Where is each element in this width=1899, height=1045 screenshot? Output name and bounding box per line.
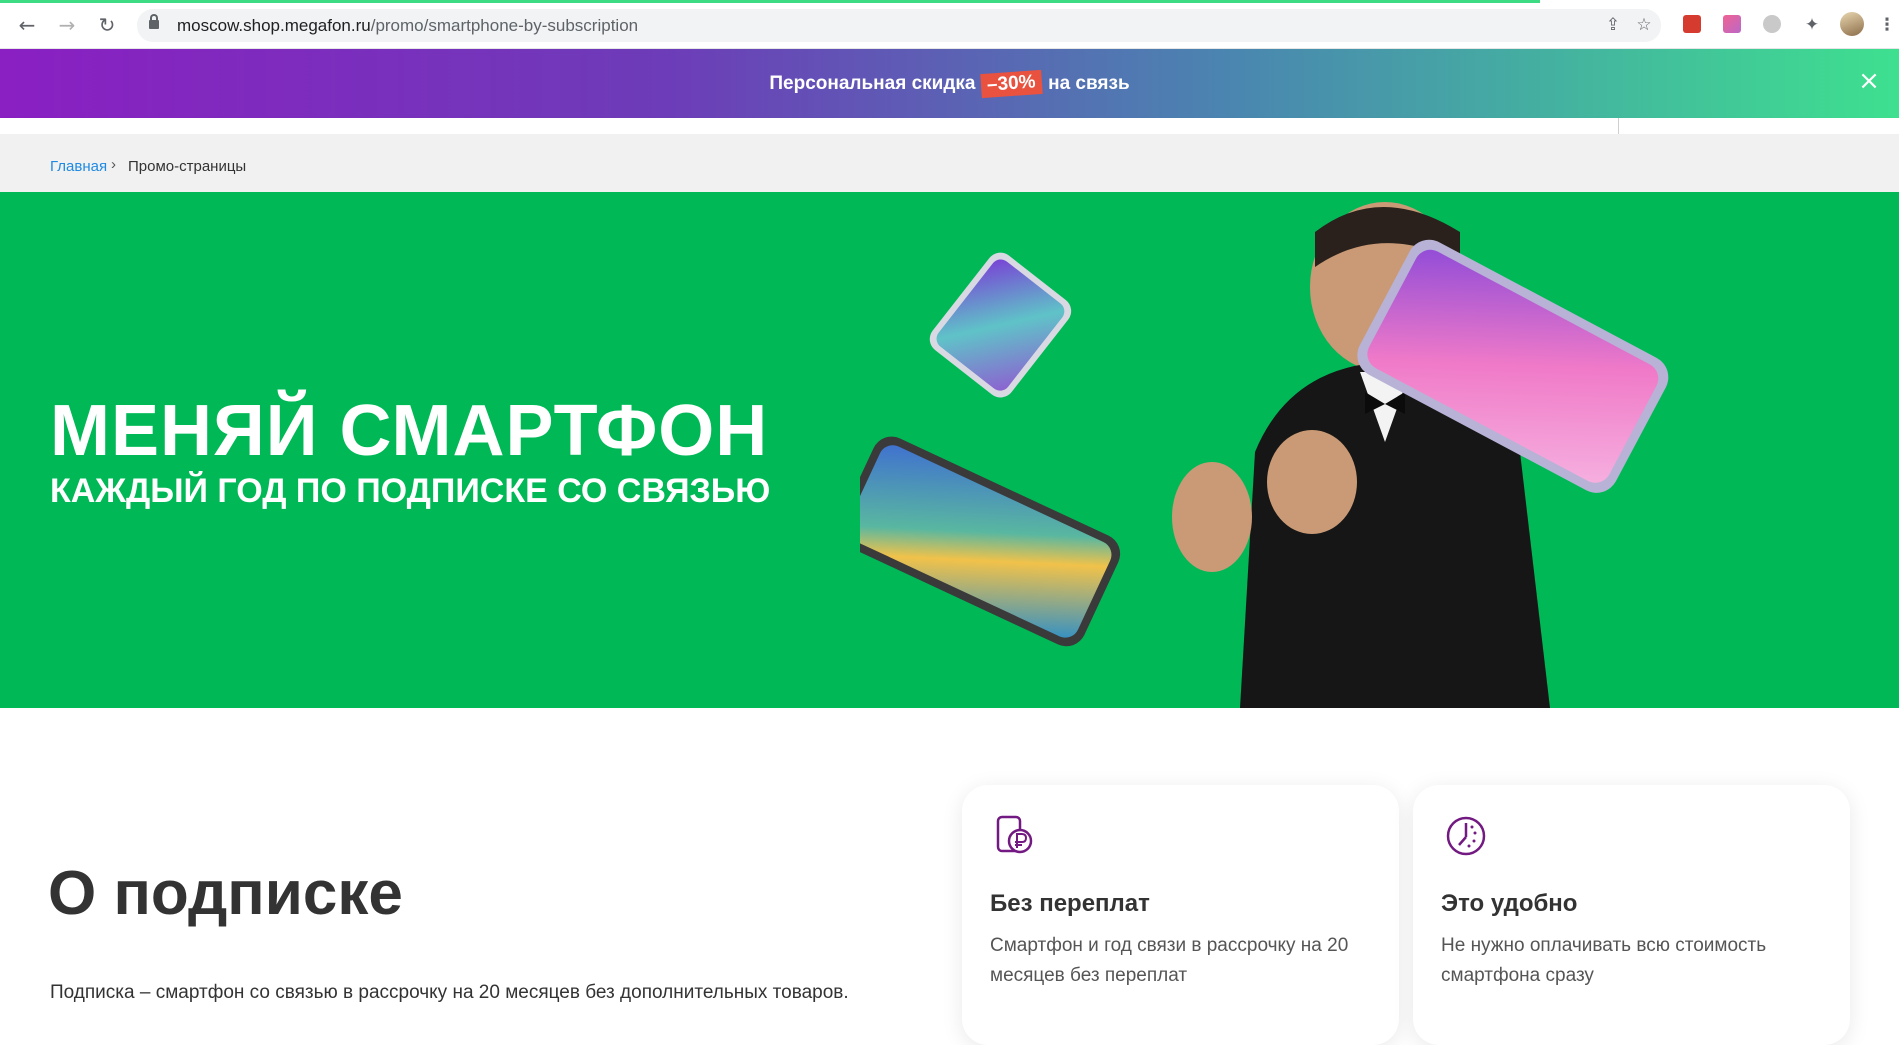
extension-red-icon[interactable] [1683,15,1701,33]
hero-illustration [860,202,1669,708]
promo-text: Персональная скидка –30% на связь [0,69,1899,99]
extension-pink-icon[interactable] [1723,15,1741,33]
phone-left-image [860,436,1121,647]
hero-subtitle: КАЖДЫЙ ГОД ПО ПОДПИСКЕ СО СВЯЗЬЮ [50,472,771,510]
card-title: Это удобно [1441,890,1578,917]
clock-icon [1446,816,1486,856]
hero-title: МЕНЯЙ СМАРТФОН [50,391,769,471]
breadcrumb-current: Промо-страницы [128,158,247,175]
url-text[interactable]: moscow.shop.megafon.ru/promo/smartphone-… [177,16,638,36]
lock-icon [149,14,159,30]
card-title: Без переплат [990,890,1150,917]
page-load-progress [0,0,1540,3]
phone-ruble-icon [996,815,1033,854]
card-text: Не нужно оплачивать всю стоимость смартф… [1441,935,1767,986]
profile-avatar[interactable] [1840,12,1864,36]
browser-toolbar: ← → ↻ moscow.shop.megafon.ru/promo/smart… [0,0,1899,49]
puzzle-extensions-icon[interactable]: ✦ [1801,14,1823,36]
back-icon[interactable]: ← [14,12,40,38]
discount-badge: –30% [980,69,1043,99]
about-text: Подписка – смартфон со связью в рассрочк… [50,982,849,1003]
bookmark-star-icon[interactable]: ☆ [1633,14,1655,36]
phone-small-image [929,252,1072,398]
feature-card-no-overpay: Без переплат Смартфон и год связи в расс… [962,785,1399,1045]
share-icon[interactable]: ⇪ [1602,14,1624,36]
menu-kebab-icon[interactable]: ⋮ [1876,14,1898,36]
about-title: О подписке [48,859,403,928]
forward-icon[interactable]: → [54,12,80,38]
promo-text-before: Персональная скидка [769,73,976,94]
chevron-right-icon: › [111,156,116,173]
header-divider [1618,118,1619,134]
reload-icon[interactable]: ↻ [94,12,120,38]
url-path: /promo/smartphone-by-subscription [370,16,639,35]
breadcrumb: Главная › Промо-страницы [0,134,1899,192]
close-icon[interactable]: × [1858,68,1880,94]
address-bar[interactable]: moscow.shop.megafon.ru/promo/smartphone-… [137,9,1661,42]
promo-banner[interactable]: Персональная скидка –30% на связь [0,49,1899,118]
promo-text-after: на связь [1048,73,1130,94]
feature-card-convenient: Это удобно Не нужно оплачивать всю стоим… [1413,785,1850,1045]
url-domain: moscow.shop.megafon.ru [177,16,371,35]
card-text: Смартфон и год связи в рассрочку на 20 м… [990,935,1349,986]
hero-banner[interactable]: МЕНЯЙ СМАРТФОН КАЖДЫЙ ГОД ПО ПОДПИСКЕ СО… [0,192,1899,708]
globe-icon[interactable] [1763,15,1781,33]
site-header-remainder [0,118,1899,134]
breadcrumb-home-link[interactable]: Главная [50,158,107,175]
